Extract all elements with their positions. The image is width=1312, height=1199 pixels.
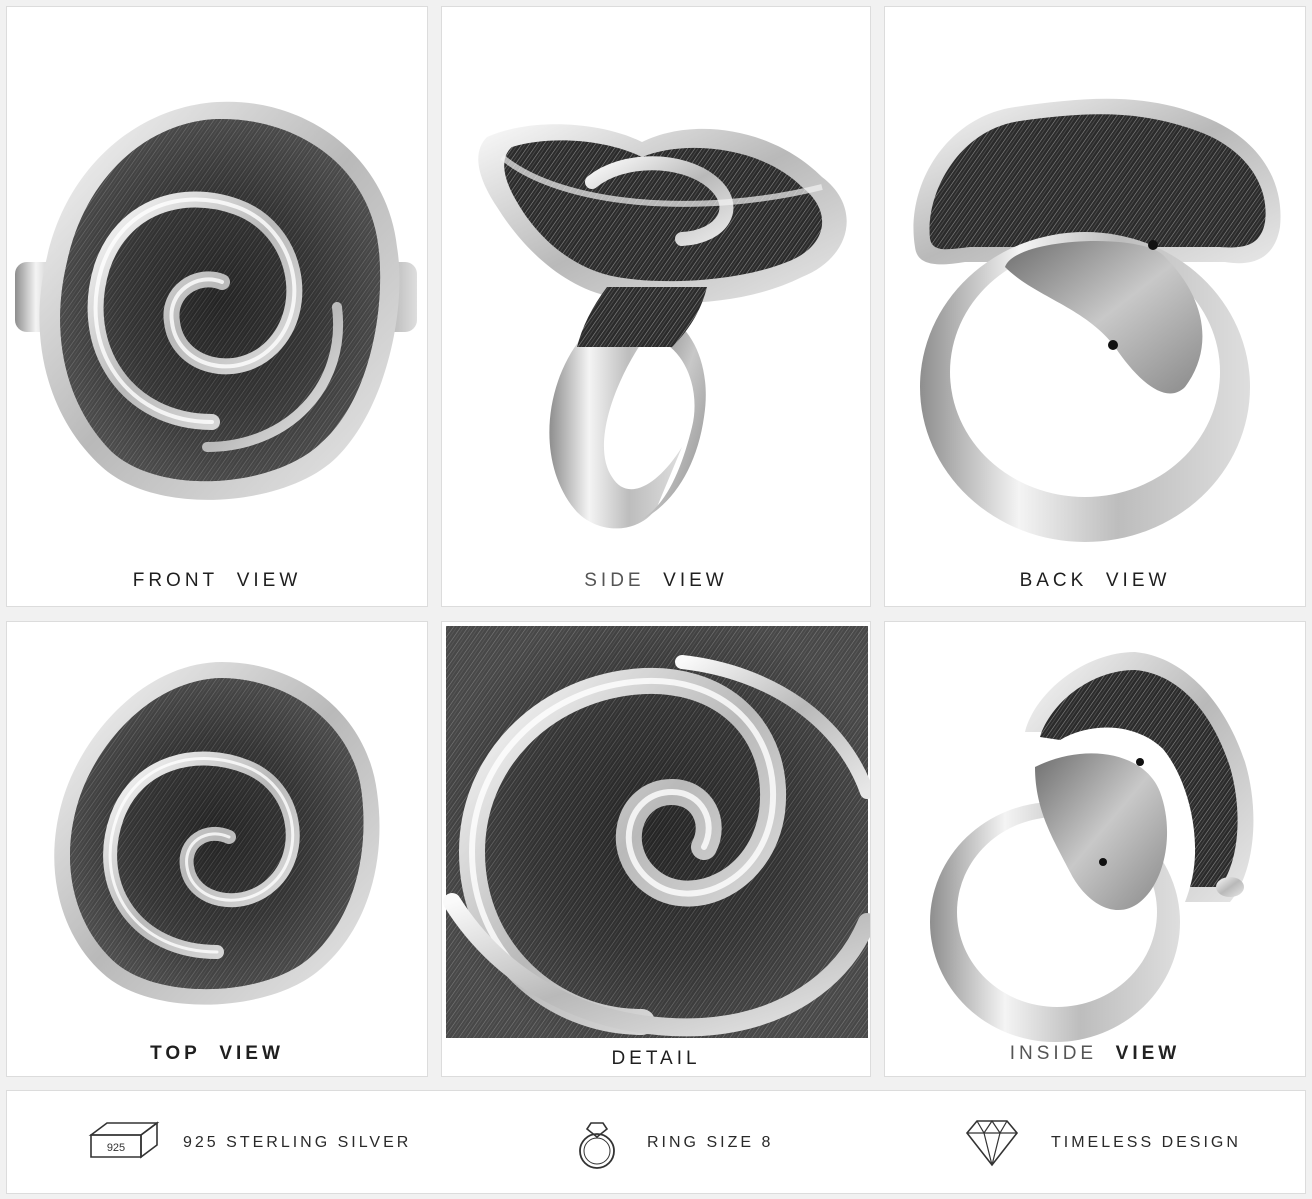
detail-caption: DETAIL: [442, 1040, 870, 1076]
top-view-caption: TOP VIEW: [7, 1043, 427, 1065]
inside-view-caption: INSIDE VIEW: [885, 1043, 1305, 1065]
diamond-icon: [957, 1113, 1027, 1173]
caption-word: VIEW: [1115, 1043, 1181, 1064]
caption-word: FRONT: [132, 570, 219, 591]
feature-label: TIMELESS DESIGN: [1051, 1134, 1241, 1151]
silver-bar-icon: 925: [79, 1113, 169, 1173]
feature-timeless-design: TIMELESS DESIGN: [957, 1091, 1241, 1195]
feature-ring-size: RING SIZE 8: [567, 1091, 773, 1195]
silver-bar-icon-text: 925: [107, 1142, 125, 1154]
back-view-caption: BACK VIEW: [885, 570, 1305, 592]
feature-label: 925 STERLING SILVER: [183, 1134, 412, 1151]
top-view-panel[interactable]: TOP VIEW: [6, 621, 428, 1077]
caption-word: INSIDE: [1009, 1043, 1098, 1064]
front-view-caption: FRONT VIEW: [7, 570, 427, 592]
side-view-caption: SIDE VIEW: [442, 570, 870, 592]
front-view-image: [15, 101, 417, 500]
caption-word: BACK: [1019, 570, 1088, 591]
back-view-panel[interactable]: BACK VIEW: [884, 6, 1306, 607]
caption-word: DETAIL: [611, 1048, 701, 1069]
back-view-image: [913, 98, 1281, 542]
detail-image: [443, 626, 870, 1038]
inside-view-image: [930, 652, 1254, 1042]
caption-word: SIDE: [584, 570, 645, 591]
features-bar: 925 925 STERLING SILVER RING SIZE 8 TIME…: [6, 1090, 1306, 1194]
caption-word: VIEW: [663, 570, 728, 591]
inside-view-panel[interactable]: INSIDE VIEW: [884, 621, 1306, 1077]
side-view-image: [478, 124, 847, 529]
feature-label: RING SIZE 8: [647, 1134, 774, 1151]
feature-sterling-silver: 925 925 STERLING SILVER: [79, 1091, 411, 1195]
caption-word: VIEW: [1105, 570, 1171, 591]
product-gallery: FRONT VIEW SIDE VIEW BACK VIEW TOP VIEW …: [0, 0, 1312, 1199]
caption-word: TOP: [150, 1043, 201, 1064]
ring-icon: [567, 1113, 627, 1173]
top-view-image: [54, 662, 380, 1005]
front-view-panel[interactable]: FRONT VIEW: [6, 6, 428, 607]
detail-panel[interactable]: DETAIL: [441, 621, 871, 1077]
side-view-panel[interactable]: SIDE VIEW: [441, 6, 871, 607]
caption-word: VIEW: [236, 570, 302, 591]
caption-word: VIEW: [219, 1043, 284, 1064]
